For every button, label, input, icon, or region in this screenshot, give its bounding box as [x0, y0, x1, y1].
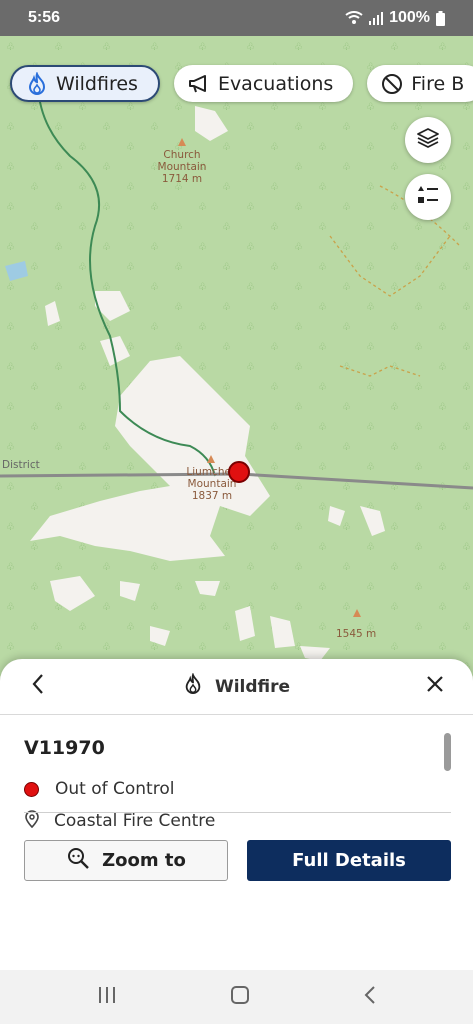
sheet-body: V11970 Out of Control Coastal Fire Centr… — [0, 715, 473, 837]
back-button[interactable] — [24, 673, 52, 701]
signal-icon — [369, 11, 384, 25]
status-icons: 100% — [345, 9, 445, 27]
map-view[interactable]: ♧ ♧ Church Moun — [0, 36, 473, 676]
system-nav-bar — [0, 970, 473, 1024]
map-canvas: ♧ ♧ — [0, 36, 473, 676]
fire-status: Out of Control — [55, 779, 175, 799]
status-time: 5:56 — [28, 9, 61, 26]
battery-icon — [436, 10, 445, 26]
status-bar: 5:56 100% — [0, 0, 473, 36]
megaphone-icon — [188, 74, 210, 94]
church-mountain-label: Church Mountain 1714 m — [150, 149, 214, 185]
ban-icon — [381, 73, 403, 95]
back-nav-button[interactable] — [363, 985, 377, 1010]
flame-icon — [183, 672, 203, 700]
peak-elevation-label: 1545 m — [336, 628, 377, 640]
status-dot — [24, 781, 39, 797]
filter-label-wildfires: Wildfires — [56, 72, 138, 95]
sheet-title: Wildfire — [183, 672, 291, 700]
full-details-button[interactable]: Full Details — [247, 840, 451, 881]
home-button[interactable] — [230, 985, 250, 1010]
church-name: Church — [163, 149, 201, 161]
battery-percent: 100% — [389, 9, 430, 26]
fire-centre: Coastal Fire Centre — [54, 811, 216, 831]
wifi-icon — [345, 11, 363, 25]
layers-icon — [416, 126, 440, 155]
wildfire-sheet: Wildfire V11970 Out of Control Coastal F… — [0, 659, 473, 970]
wildfire-marker[interactable] — [228, 461, 250, 483]
close-button[interactable] — [421, 673, 449, 701]
full-details-label: Full Details — [292, 850, 406, 871]
fire-id: V11970 — [24, 737, 105, 759]
sheet-actions: Zoom to Full Details — [24, 840, 451, 881]
close-icon — [426, 675, 444, 698]
scrollbar[interactable] — [444, 733, 451, 771]
filter-chip-wildfires[interactable]: Wildfires — [10, 65, 160, 102]
filter-label-evacuations: Evacuations — [217, 72, 334, 95]
flame-icon — [26, 71, 48, 96]
zoom-to-button[interactable]: Zoom to — [24, 840, 228, 881]
recent-apps-button[interactable] — [97, 986, 117, 1009]
sheet-header: Wildfire — [0, 659, 473, 715]
filter-chips: Wildfires Evacuations Fire B — [10, 65, 473, 102]
zoom-search-icon — [66, 846, 90, 875]
legend-button[interactable] — [405, 174, 451, 220]
liumchen-elevation: 1837 m — [191, 490, 233, 502]
filter-chip-evacuations[interactable]: Evacuations — [173, 65, 354, 102]
layers-button[interactable] — [405, 117, 451, 163]
filter-label-fire-bans: Fire B — [411, 72, 465, 95]
fire-status-row: Out of Control — [24, 773, 449, 805]
fire-centre-row: Coastal Fire Centre — [24, 805, 449, 837]
church-name-2: Mountain — [157, 161, 207, 173]
sheet-title-text: Wildfire — [214, 676, 291, 697]
zoom-to-label: Zoom to — [102, 850, 186, 871]
filter-chip-fire-bans[interactable]: Fire B — [367, 65, 473, 102]
divider — [24, 812, 451, 813]
district-label: District — [2, 459, 40, 471]
church-elevation: 1714 m — [161, 173, 203, 185]
legend-icon — [416, 183, 440, 212]
chevron-left-icon — [31, 673, 45, 700]
